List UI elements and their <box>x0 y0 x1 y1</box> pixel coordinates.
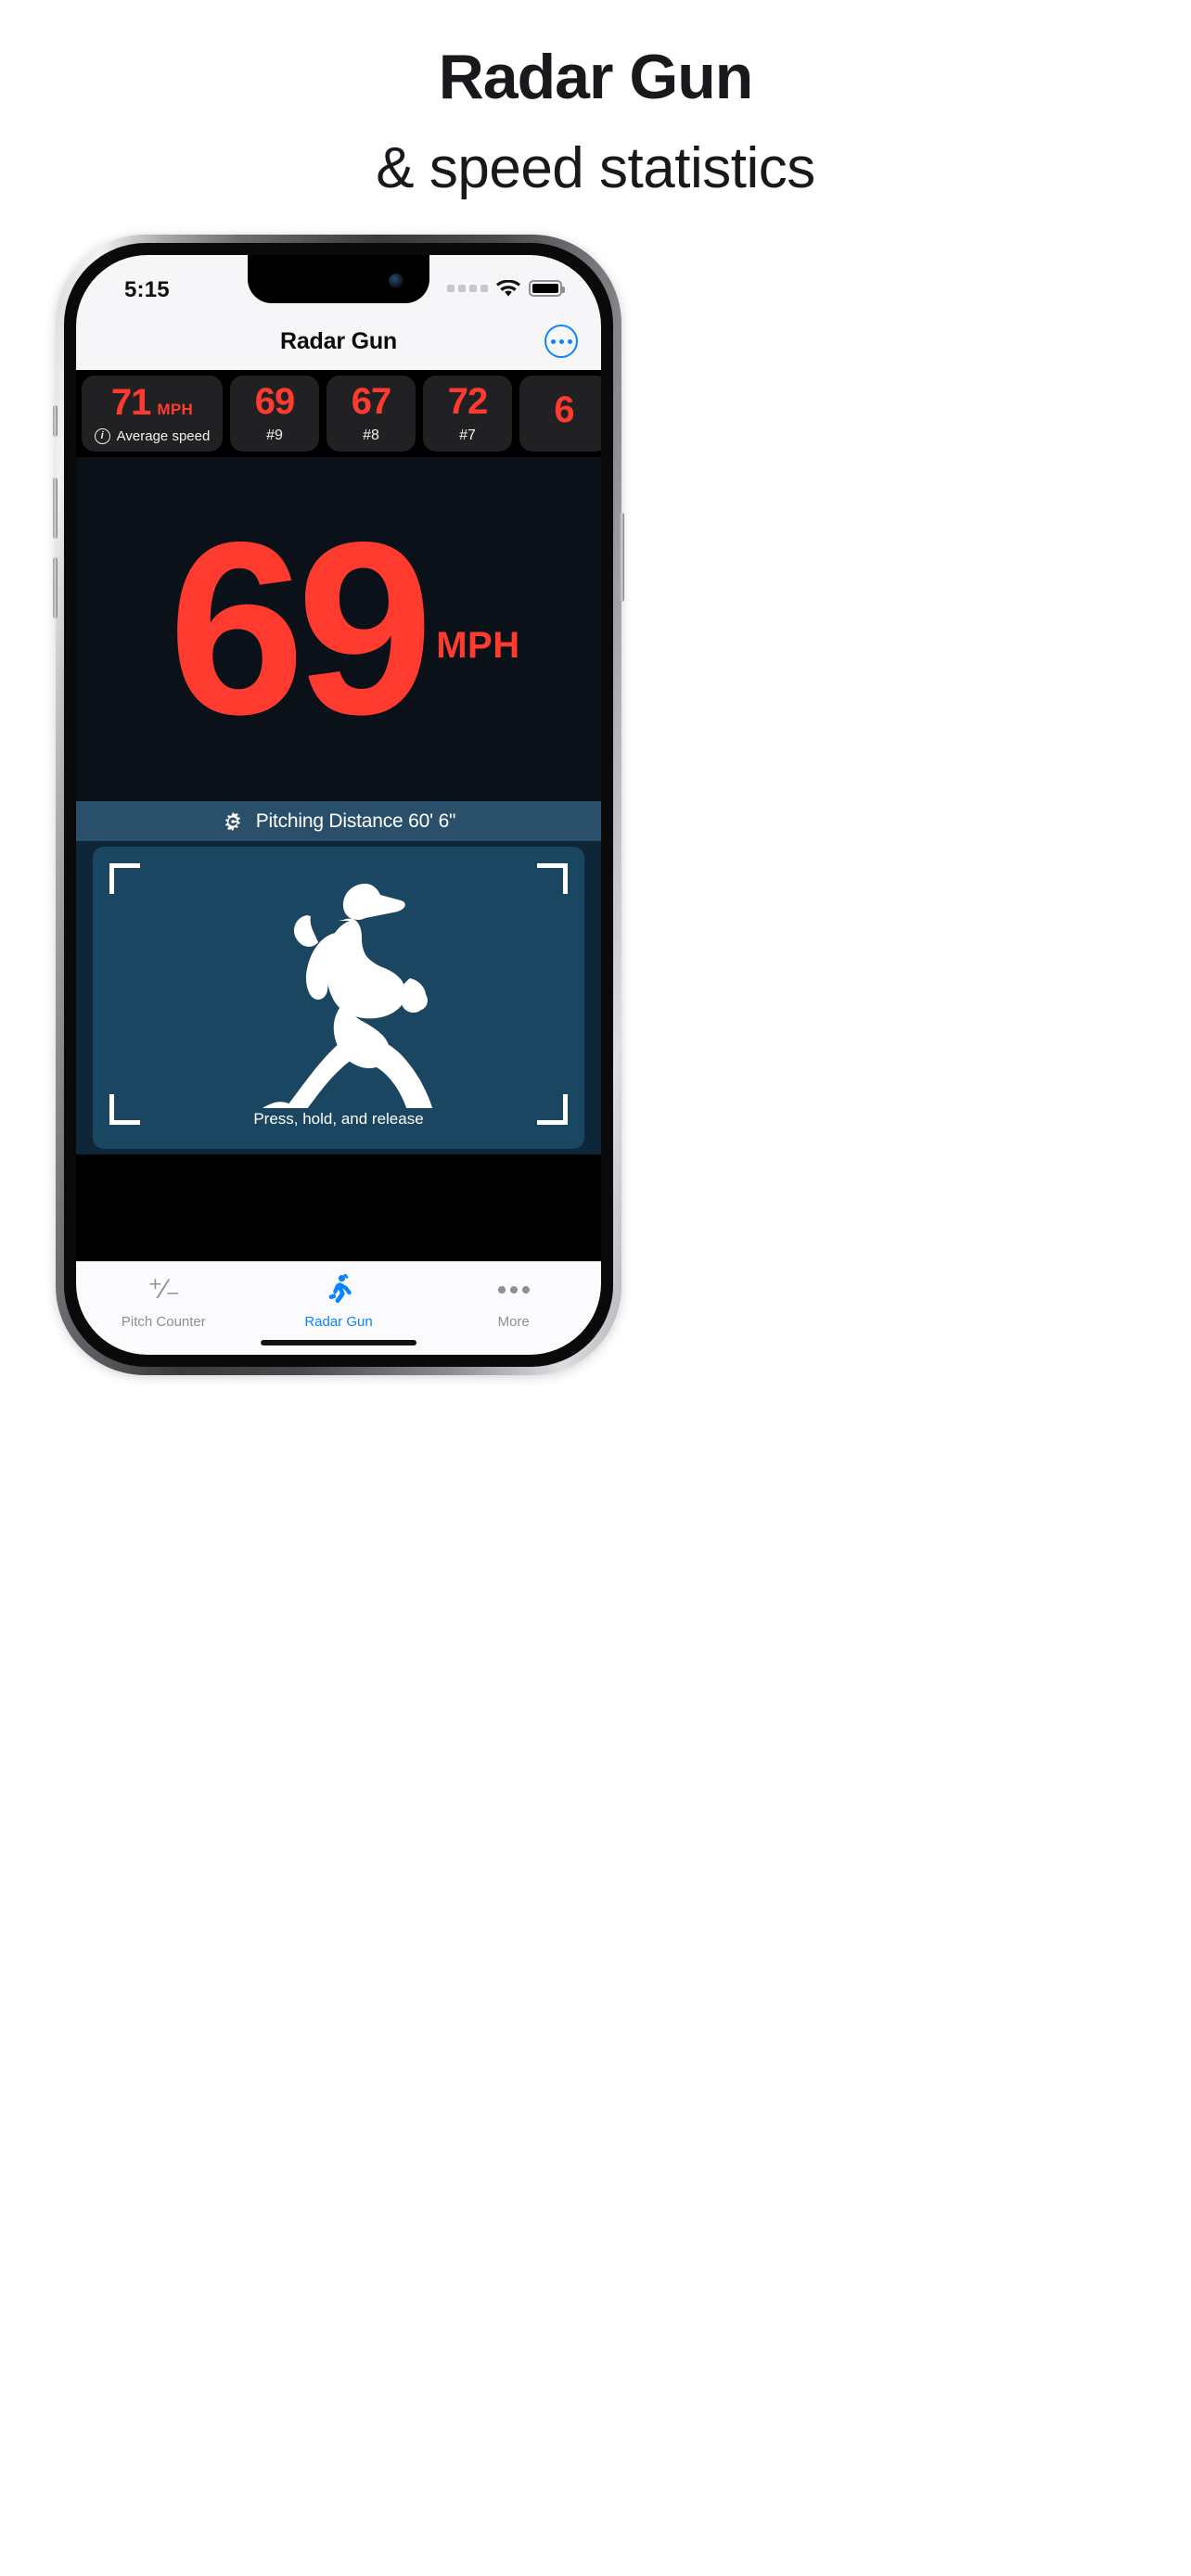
volume-up-button[interactable] <box>53 478 58 539</box>
current-speed-value: 69 <box>168 491 433 766</box>
running-person-icon <box>325 1274 352 1306</box>
nav-bar: Radar Gun <box>76 312 601 370</box>
speed-card-rank: #8 <box>363 427 379 443</box>
current-speed-inner: 69 MPH <box>168 491 520 766</box>
status-bar-indicators <box>447 277 565 300</box>
tab-more[interactable]: More <box>426 1262 601 1355</box>
speed-cards-row: 71 MPH i Average speed 69 #9 67 #8 72 #7… <box>82 376 601 452</box>
tab-label: More <box>497 1314 530 1330</box>
tab-pitch-counter[interactable]: ⁺⁄₋ Pitch Counter <box>76 1262 251 1355</box>
promo-title: Radar Gun <box>438 42 754 112</box>
status-bar-time: 5:15 <box>124 277 170 302</box>
speed-card-rank: #7 <box>459 427 476 443</box>
speed-card-value: 72 <box>447 381 488 422</box>
speed-card-label-row: i Average speed <box>94 427 211 444</box>
phone-bezel: 5:15 Radar Gun 71 MPH i Average speed 69… <box>64 243 613 1367</box>
power-button[interactable] <box>620 513 624 602</box>
pitching-distance-label: Pitching Distance 60' 6" <box>255 810 456 832</box>
speed-card-reading[interactable]: 67 #8 <box>327 376 416 452</box>
phone-mockup: 5:15 Radar Gun 71 MPH i Average speed 69… <box>53 235 624 1375</box>
speed-card-reading-partial[interactable]: 6 <box>519 376 601 452</box>
speed-card-value: 69 <box>254 381 295 422</box>
speed-card-label: Average speed <box>116 427 211 444</box>
speed-cards-strip[interactable]: 71 MPH i Average speed 69 #9 67 #8 72 #7… <box>76 370 601 457</box>
pitching-distance-bar[interactable]: Pitching Distance 60' 6" <box>76 801 601 841</box>
capture-hint: Press, hold, and release <box>253 1110 424 1128</box>
phone-screen: 5:15 Radar Gun 71 MPH i Average speed 69… <box>76 255 601 1355</box>
speed-card-average[interactable]: 71 MPH i Average speed <box>82 376 223 452</box>
current-speed-display: 69 MPH <box>76 457 601 801</box>
speed-card-value: 71 <box>110 381 151 423</box>
speed-card-value-row: 71 MPH <box>111 384 193 421</box>
pitcher-silhouette-icon <box>262 884 433 1108</box>
wifi-icon <box>496 279 520 297</box>
speed-card-value: 6 <box>554 389 574 430</box>
promo-subtitle: & speed statistics <box>376 136 815 201</box>
silent-switch[interactable] <box>53 405 58 437</box>
capture-panel[interactable]: Press, hold, and release <box>76 841 601 1154</box>
promo-header: Radar Gun & speed statistics <box>0 0 1191 198</box>
ellipsis-icon <box>497 1274 530 1306</box>
volume-down-button[interactable] <box>53 557 58 618</box>
home-indicator[interactable] <box>261 1340 416 1345</box>
speed-card-reading[interactable]: 69 #9 <box>230 376 319 452</box>
tab-label: Radar Gun <box>304 1314 373 1330</box>
page-title: Radar Gun <box>280 327 397 354</box>
signal-dots-icon <box>447 285 488 292</box>
speed-card-reading[interactable]: 72 #7 <box>423 376 512 452</box>
battery-full-icon <box>529 280 565 297</box>
speed-card-rank: #9 <box>266 427 283 443</box>
speed-card-unit: MPH <box>157 400 194 418</box>
capture-viewfinder[interactable]: Press, hold, and release <box>93 847 584 1149</box>
plus-minus-icon: ⁺⁄₋ <box>147 1274 180 1305</box>
viewfinder-corner-top-left <box>109 863 140 894</box>
more-ellipsis-circle-icon[interactable] <box>544 325 578 358</box>
info-circle-icon[interactable]: i <box>94 427 110 444</box>
viewfinder-corner-top-right <box>537 863 568 894</box>
front-camera-icon <box>389 274 403 288</box>
tab-label: Pitch Counter <box>121 1314 206 1330</box>
current-speed-unit: MPH <box>436 624 520 666</box>
speed-card-value: 67 <box>351 381 391 422</box>
gear-icon <box>224 811 240 831</box>
notch <box>248 255 429 303</box>
